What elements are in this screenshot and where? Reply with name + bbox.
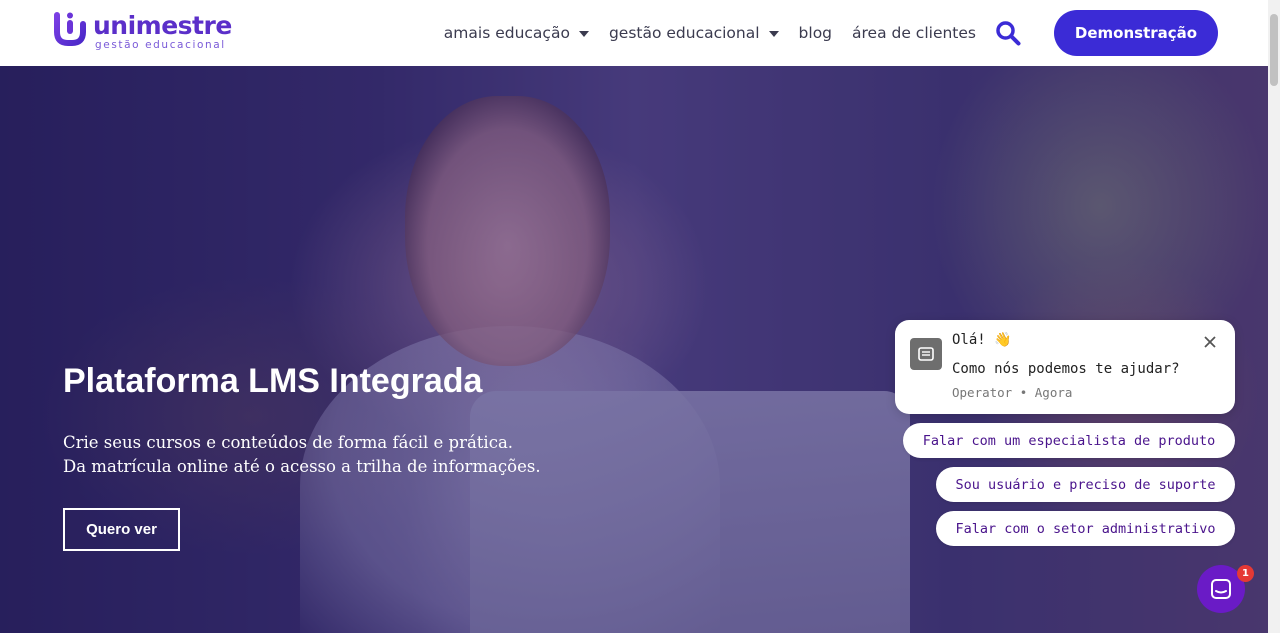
nav-item-label: blog bbox=[798, 24, 833, 42]
logo-name: unimestre bbox=[93, 11, 232, 40]
page-scrollbar[interactable] bbox=[1268, 0, 1280, 633]
chat-meta: Operator • Agora bbox=[952, 385, 1073, 400]
nav-item-gestao-educacional[interactable]: gestão educacional bbox=[609, 24, 779, 42]
search-button[interactable] bbox=[994, 19, 1022, 47]
nav-item-blog[interactable]: blog bbox=[799, 24, 832, 42]
nav-item-label: amais educação bbox=[443, 24, 570, 42]
search-icon bbox=[996, 21, 1021, 46]
hero-title: Plataforma LMS Integrada bbox=[63, 362, 483, 400]
logo-tagline: gestão educacional bbox=[95, 39, 226, 51]
nav-item-label: área de clientes bbox=[852, 24, 976, 42]
bot-icon bbox=[918, 347, 934, 361]
nav-item-label: gestão educacional bbox=[608, 24, 760, 42]
hero-line-1: Crie seus cursos e conteúdos de forma fá… bbox=[63, 433, 514, 452]
hero-description: Crie seus cursos e conteúdos de forma fá… bbox=[63, 431, 541, 479]
logo-icon bbox=[53, 12, 87, 46]
chat-message-card[interactable]: Olá! 👋 Como nós podemos te ajudar? Opera… bbox=[895, 320, 1235, 414]
chat-message: Como nós podemos te ajudar? bbox=[952, 361, 1180, 377]
operator-avatar bbox=[910, 338, 942, 370]
demo-button[interactable]: Demonstração bbox=[1054, 10, 1218, 56]
site-header: unimestre gestão educacional amais educa… bbox=[0, 0, 1268, 66]
chat-greeting: Olá! 👋 bbox=[952, 332, 1012, 348]
hero-line-2: Da matrícula online até o acesso a trilh… bbox=[63, 457, 541, 476]
caret-down-icon bbox=[768, 31, 779, 37]
chat-icon bbox=[1211, 579, 1231, 599]
quero-ver-button[interactable]: Quero ver bbox=[63, 508, 180, 551]
chat-option-administrativo[interactable]: Falar com o setor administrativo bbox=[936, 511, 1235, 546]
main-nav: amais educação gestão educacional blog á… bbox=[444, 10, 1218, 56]
chat-option-suporte[interactable]: Sou usuário e preciso de suporte bbox=[936, 467, 1235, 502]
logo[interactable]: unimestre gestão educacional bbox=[53, 12, 232, 51]
chat-option-especialista[interactable]: Falar com um especialista de produto bbox=[903, 423, 1235, 458]
close-chat-button[interactable] bbox=[1202, 334, 1218, 350]
unread-badge: 1 bbox=[1237, 565, 1254, 582]
close-icon bbox=[1204, 336, 1216, 348]
nav-item-area-de-clientes[interactable]: área de clientes bbox=[852, 24, 976, 42]
nav-item-amais-educacao[interactable]: amais educação bbox=[444, 24, 589, 42]
caret-down-icon bbox=[578, 31, 589, 37]
scrollbar-thumb[interactable] bbox=[1270, 14, 1278, 86]
